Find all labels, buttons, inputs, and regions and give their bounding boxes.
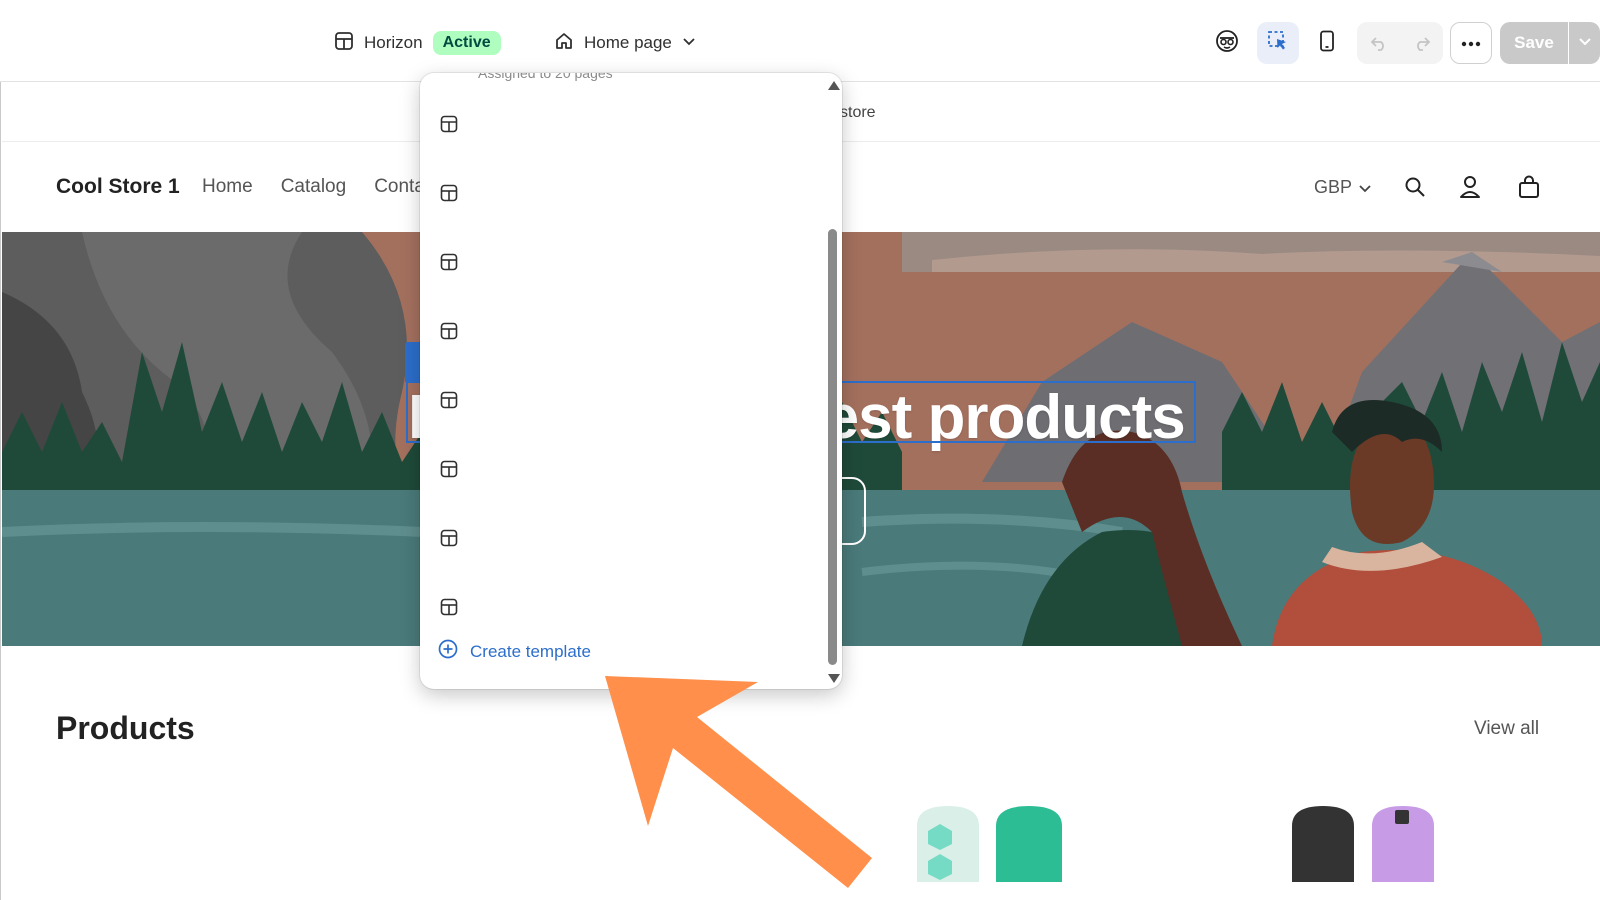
- redo-button[interactable]: [1400, 22, 1443, 64]
- preview-inspector-icon: [1215, 29, 1239, 58]
- announcement-text: store: [840, 104, 876, 121]
- scroll-down-arrow-icon[interactable]: [828, 674, 840, 683]
- preview-inspector-button[interactable]: [1206, 22, 1248, 64]
- page-selector-label: Home page: [584, 33, 672, 52]
- select-tool-button[interactable]: [1257, 22, 1299, 64]
- template-option[interactable]: [420, 168, 824, 218]
- template-icon: [438, 389, 460, 411]
- mobile-icon: [1318, 30, 1336, 57]
- template-icon: [438, 251, 460, 273]
- editor-left-border: [0, 0, 1, 900]
- scroll-up-arrow-icon[interactable]: [828, 81, 840, 90]
- theme-status-badge: Active: [432, 31, 501, 55]
- mobile-view-button[interactable]: [1306, 22, 1348, 64]
- search-icon[interactable]: [1400, 172, 1430, 202]
- dropdown-scrollbar[interactable]: [824, 73, 842, 689]
- scroll-thumb[interactable]: [828, 229, 837, 665]
- undo-redo-group: [1357, 22, 1443, 64]
- theme-selector[interactable]: Horizon Active: [334, 30, 501, 56]
- undo-icon: [1370, 37, 1384, 51]
- editor-topbar: Horizon Active Home page Save: [0, 0, 1600, 82]
- nav-link-contact[interactable]: Conta: [374, 176, 425, 198]
- template-icon: [438, 320, 460, 342]
- template-option[interactable]: [420, 306, 824, 356]
- template-icon: [438, 458, 460, 480]
- plus-circle-icon: [438, 639, 458, 664]
- chevron-down-icon: [682, 33, 696, 53]
- chevron-down-icon: [1359, 184, 1371, 192]
- template-option[interactable]: [420, 237, 824, 287]
- store-logo[interactable]: Cool Store 1: [56, 175, 180, 199]
- page-selector[interactable]: Home page: [554, 30, 696, 56]
- currency-selector[interactable]: GBP: [1314, 177, 1372, 198]
- template-icon: [438, 182, 460, 204]
- template-option[interactable]: [420, 513, 824, 563]
- view-all-link[interactable]: View all: [1474, 718, 1539, 740]
- home-icon: [554, 31, 574, 56]
- layout-icon: [334, 31, 354, 56]
- template-icon: [438, 113, 460, 135]
- chevron-down-icon: [1578, 34, 1592, 53]
- redo-icon: [1416, 37, 1430, 51]
- more-actions-button[interactable]: [1450, 22, 1492, 64]
- cart-icon[interactable]: [1514, 172, 1544, 202]
- template-icon: [438, 527, 460, 549]
- template-option[interactable]: [420, 99, 824, 149]
- template-icon: [438, 596, 460, 618]
- save-button[interactable]: Save: [1500, 22, 1568, 64]
- template-option[interactable]: [420, 375, 824, 425]
- theme-name: Horizon: [364, 33, 423, 52]
- product-thumbnails: [917, 806, 1434, 882]
- template-dropdown[interactable]: Assigned to 20 pages Create template: [420, 73, 842, 689]
- save-menu-button[interactable]: [1569, 22, 1600, 64]
- currency-label: GBP: [1314, 177, 1353, 197]
- create-template-label: Create template: [470, 641, 591, 661]
- nav-link-home[interactable]: Home: [202, 176, 253, 198]
- more-icon: [1461, 34, 1481, 52]
- nav-link-catalog[interactable]: Catalog: [281, 176, 347, 198]
- template-option[interactable]: [420, 444, 824, 494]
- create-template-button[interactable]: Create template: [438, 639, 591, 664]
- undo-button[interactable]: [1357, 22, 1400, 64]
- select-cursor-icon: [1267, 30, 1289, 57]
- products-heading: Products: [56, 710, 195, 746]
- dropdown-header-cut: Assigned to 20 pages: [478, 73, 613, 81]
- account-icon[interactable]: [1455, 172, 1485, 202]
- template-option[interactable]: [420, 582, 824, 632]
- store-nav: Home Catalog Conta: [202, 176, 425, 198]
